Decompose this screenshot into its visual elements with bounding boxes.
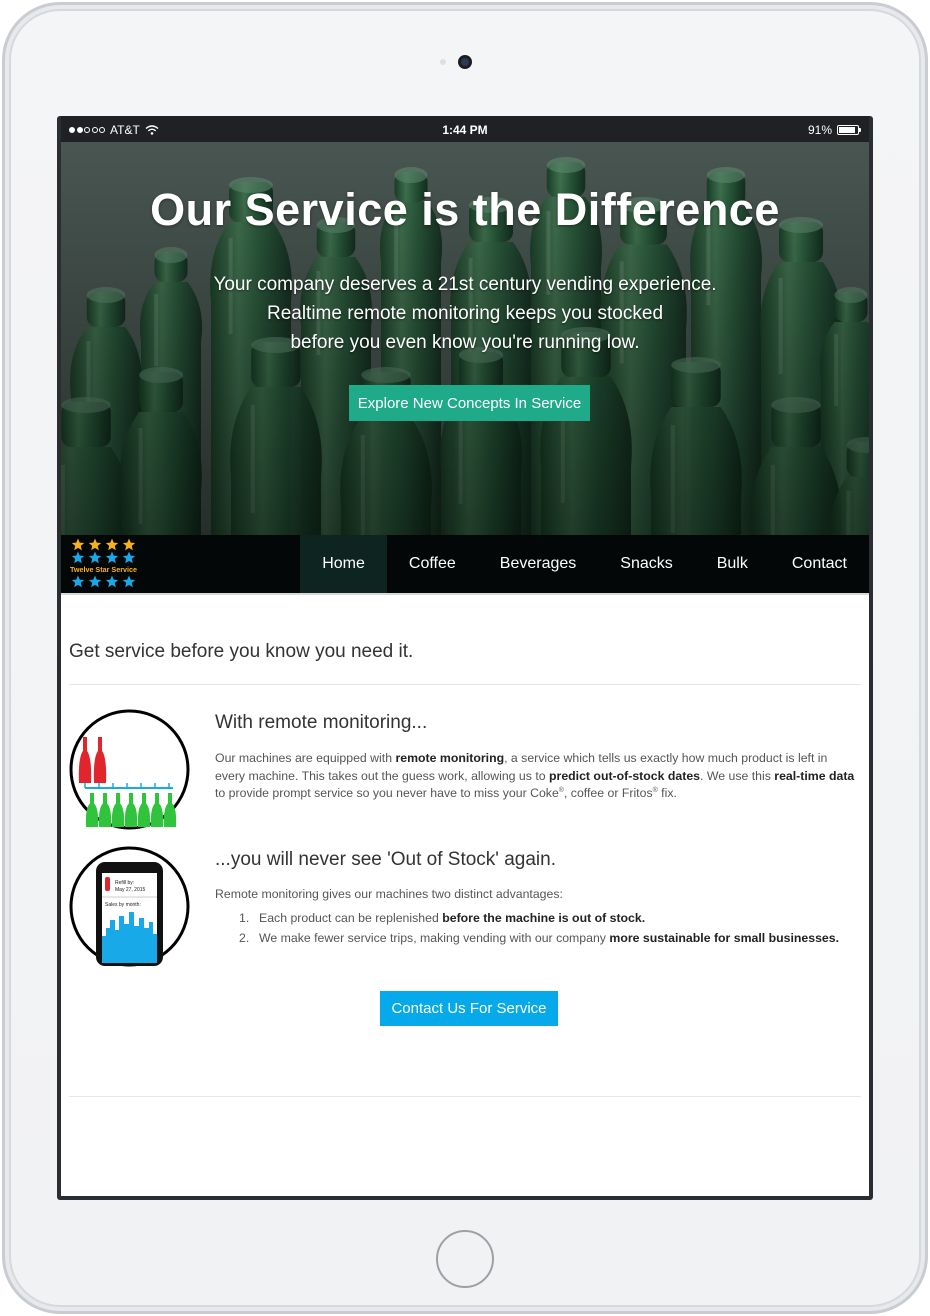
logo-text: Twelve Star Service bbox=[70, 565, 137, 574]
refill-label: Refill by: bbox=[115, 880, 134, 886]
sensor-dot bbox=[440, 59, 446, 65]
nav-item-bulk[interactable]: Bulk bbox=[695, 535, 770, 593]
list-item: 2. We make fewer service trips, making v… bbox=[239, 931, 840, 945]
feature-remote-monitoring-title: With remote monitoring... bbox=[215, 712, 428, 733]
nav-item-beverages[interactable]: Beverages bbox=[478, 535, 599, 593]
sales-label: Sales by month: bbox=[105, 902, 141, 908]
hero-subtitle-line: before you even know you're running low. bbox=[290, 332, 640, 353]
divider bbox=[69, 1096, 861, 1097]
battery-percent: 91% bbox=[807, 123, 832, 137]
contact-for-service-button[interactable]: Contact Us For Service bbox=[380, 991, 558, 1026]
home-button[interactable] bbox=[436, 1230, 494, 1288]
status-bar: AT&T 1:44 PM 91% bbox=[61, 116, 869, 142]
phone-sales-icon: Refill by: May 27, 2015 Sales by month: bbox=[69, 846, 190, 967]
twelve-star-service-logo[interactable]: Twelve Star Service bbox=[69, 537, 141, 591]
hero-section: Our Service is the Difference Your compa… bbox=[61, 142, 869, 535]
advantages-intro: Remote monitoring gives our machines two… bbox=[215, 887, 563, 901]
hero-subtitle-line: Your company deserves a 21st century ven… bbox=[213, 274, 717, 295]
nav-menu: Home Coffee Beverages Snacks Bulk Contac… bbox=[300, 535, 869, 593]
feature-out-of-stock-title: ...you will never see 'Out of Stock' aga… bbox=[215, 849, 556, 870]
nav-item-coffee[interactable]: Coffee bbox=[387, 535, 478, 593]
main-content: Get service before you know you need it.… bbox=[61, 595, 869, 1196]
nav-item-contact[interactable]: Contact bbox=[770, 535, 869, 593]
battery-icon bbox=[837, 125, 861, 135]
feature-remote-monitoring-text: Our machines are equipped with remote mo… bbox=[215, 751, 855, 800]
hero-title: Our Service is the Difference bbox=[150, 184, 780, 235]
bottles-monitoring-icon bbox=[69, 709, 190, 830]
advantages-list: 1. Each product can be replenished befor… bbox=[239, 908, 859, 948]
main-navbar: Twelve Star Service Home Coffee Beverage… bbox=[61, 535, 869, 593]
refill-date: May 27, 2015 bbox=[115, 887, 146, 893]
refill-bottle-icon bbox=[105, 877, 110, 891]
divider bbox=[69, 684, 861, 685]
nav-item-snacks[interactable]: Snacks bbox=[598, 535, 694, 593]
list-item: 1. Each product can be replenished befor… bbox=[239, 911, 646, 925]
front-camera bbox=[458, 55, 472, 69]
hero-subtitle-line: Realtime remote monitoring keeps you sto… bbox=[266, 303, 664, 324]
page-tagline: Get service before you know you need it. bbox=[69, 641, 414, 662]
screen: AT&T 1:44 PM 91% Our Service is the Diff… bbox=[57, 116, 873, 1200]
clock: 1:44 PM bbox=[442, 123, 488, 137]
nav-item-home[interactable]: Home bbox=[300, 535, 387, 593]
explore-concepts-button[interactable]: Explore New Concepts In Service bbox=[349, 385, 590, 421]
browser-viewport: AT&T 1:44 PM 91% Our Service is the Diff… bbox=[61, 116, 869, 1196]
hero-subtitle: Your company deserves a 21st century ven… bbox=[61, 270, 869, 357]
status-right: 91% bbox=[807, 123, 861, 137]
